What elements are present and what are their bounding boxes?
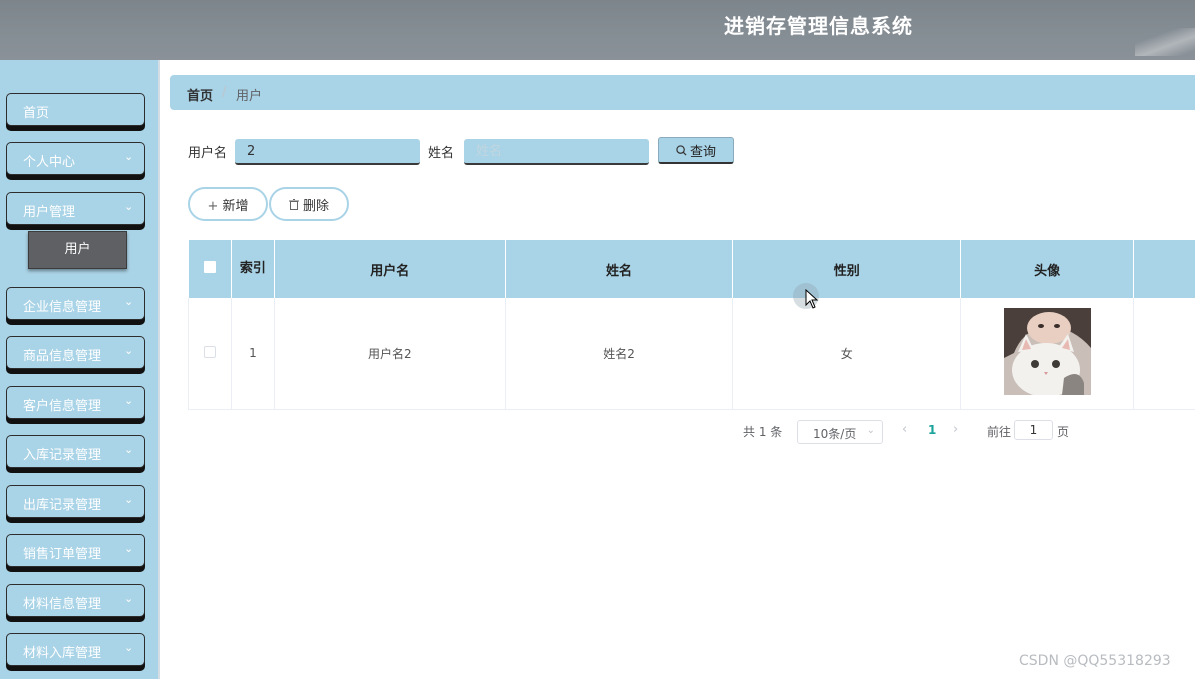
users-table: 索引 用户名 姓名 性别 头像 1 用户名2 姓名2 女 — [188, 240, 1195, 410]
sidebar-item-label: 销售订单管理 — [23, 547, 102, 562]
chevron-down-icon: ⌄ — [124, 542, 134, 555]
sidebar-item-label: 材料入库管理 — [23, 646, 102, 661]
mouse-cursor-icon — [805, 289, 819, 309]
prev-page-button[interactable]: ‹ — [902, 422, 907, 437]
cell-index: 1 — [231, 298, 275, 410]
breadcrumb: 首页 / 用户 — [170, 75, 1195, 110]
chevron-down-icon: ⌄ — [124, 150, 134, 163]
chevron-down-icon: ⌄ — [124, 295, 134, 308]
chevron-down-icon: ⌄ — [866, 425, 875, 436]
chevron-down-icon: ⌄ — [124, 344, 134, 357]
cell-username: 用户名2 — [274, 298, 506, 410]
breadcrumb-separator: / — [222, 85, 227, 100]
page-number-current[interactable]: 1 — [928, 423, 936, 437]
cell-name: 姓名2 — [505, 298, 734, 410]
chevron-down-icon: ⌄ — [124, 394, 134, 407]
breadcrumb-current: 用户 — [236, 89, 263, 104]
sidebar-item-materials[interactable]: 材料信息管理 ⌄ — [6, 584, 145, 617]
sidebar-subitem-users[interactable]: 用户 — [28, 231, 127, 269]
sidebar-item-label: 客户信息管理 — [23, 399, 102, 414]
chevron-down-icon: ⌄ — [124, 200, 134, 213]
app-title: 进销存管理信息系统 — [724, 14, 913, 38]
name-search-input[interactable] — [464, 139, 649, 165]
sidebar-item-inbound[interactable]: 入库记录管理 ⌄ — [6, 435, 145, 468]
column-header-gender[interactable]: 性别 — [732, 240, 962, 298]
add-button[interactable]: + 新增 — [188, 187, 268, 221]
goto-page-input[interactable] — [1014, 420, 1053, 440]
name-label: 姓名 — [428, 146, 455, 161]
plus-icon: + — [207, 198, 219, 214]
sidebar-item-label: 企业信息管理 — [23, 300, 102, 315]
page-size-select[interactable]: 10条/页 ⌄ — [797, 420, 883, 444]
trash-icon — [288, 198, 299, 214]
column-header-actions — [1133, 240, 1195, 298]
select-all-cell — [188, 240, 232, 298]
sidebar-item-label: 出库记录管理 — [23, 498, 102, 513]
sidebar-item-material-inbound[interactable]: 材料入库管理 ⌄ — [6, 633, 145, 666]
column-header-index[interactable]: 索引 — [231, 240, 275, 298]
delete-button[interactable]: 删除 — [269, 187, 349, 221]
sidebar-item-label: 首页 — [23, 106, 50, 121]
search-icon — [676, 144, 687, 160]
sidebar-item-profile[interactable]: 个人中心 ⌄ — [6, 142, 145, 175]
username-search-input[interactable] — [235, 139, 420, 165]
row-select-cell — [188, 298, 232, 410]
watermark: CSDN @QQ55318293 — [1019, 653, 1171, 669]
table-row: 1 用户名2 姓名2 女 — [188, 298, 1195, 410]
add-button-label: 新增 — [222, 198, 249, 214]
app-header: 进销存管理信息系统 — [0, 0, 1195, 60]
goto-label: 前往 — [987, 425, 1012, 439]
page-suffix-label: 页 — [1057, 425, 1070, 439]
table-header-row: 索引 用户名 姓名 性别 头像 — [188, 240, 1195, 298]
breadcrumb-home[interactable]: 首页 — [187, 85, 213, 104]
sidebar-item-sales-orders[interactable]: 销售订单管理 ⌄ — [6, 534, 145, 567]
chevron-down-icon: ⌄ — [124, 493, 134, 506]
sidebar-item-label: 用户管理 — [23, 205, 76, 220]
sidebar-item-customers[interactable]: 客户信息管理 ⌄ — [6, 386, 145, 419]
sidebar-item-label: 入库记录管理 — [23, 448, 102, 463]
query-button-label: 查询 — [689, 144, 716, 160]
sidebar-item-label: 商品信息管理 — [23, 349, 102, 364]
sidebar-item-outbound[interactable]: 出库记录管理 ⌄ — [6, 485, 145, 518]
sidebar-item-enterprise[interactable]: 企业信息管理 ⌄ — [6, 287, 145, 320]
select-all-checkbox[interactable] — [203, 261, 216, 273]
sidebar-item-label: 材料信息管理 — [23, 597, 102, 612]
chevron-down-icon: ⌄ — [124, 641, 134, 654]
row-checkbox[interactable] — [203, 345, 216, 358]
next-page-button[interactable]: › — [953, 422, 958, 437]
chevron-down-icon: ⌄ — [124, 443, 134, 456]
delete-button-label: 删除 — [302, 198, 329, 214]
cell-avatar — [960, 298, 1135, 410]
column-header-username[interactable]: 用户名 — [274, 240, 506, 298]
username-label: 用户名 — [188, 146, 228, 161]
header-decoration — [1135, 28, 1195, 56]
page-size-value: 10条/页 — [813, 427, 857, 441]
cell-actions — [1133, 298, 1195, 410]
sidebar-item-products[interactable]: 商品信息管理 ⌄ — [6, 336, 145, 369]
avatar — [1003, 308, 1091, 396]
column-header-name[interactable]: 姓名 — [505, 240, 734, 298]
sidebar-item-label: 个人中心 — [23, 155, 76, 170]
sidebar-item-user-management[interactable]: 用户管理 ⌄ — [6, 192, 145, 225]
cell-gender: 女 — [732, 298, 962, 410]
sidebar-item-home[interactable]: 首页 — [6, 93, 145, 126]
pagination-total: 共 1 条 — [743, 425, 783, 439]
sidebar: 首页 个人中心 ⌄ 用户管理 ⌄ 用户 企业信息管理 ⌄ 商品信息管理 ⌄ 客户… — [0, 60, 160, 679]
query-button[interactable]: 查询 — [658, 137, 734, 164]
column-header-avatar[interactable]: 头像 — [960, 240, 1135, 298]
chevron-down-icon: ⌄ — [124, 592, 134, 605]
